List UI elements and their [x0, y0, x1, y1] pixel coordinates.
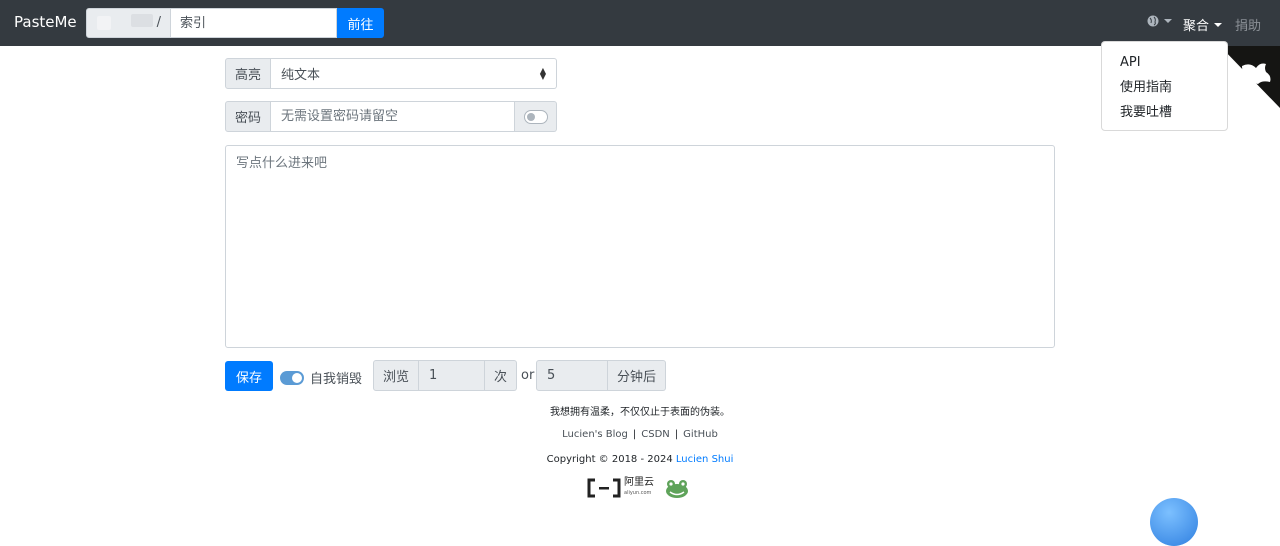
aggregate-dropdown-menu: API 使用指南 我要吐槽 [1101, 41, 1228, 131]
aggregate-label: 聚合 [1183, 19, 1210, 34]
highlight-select[interactable]: 纯文本 ▲ ▼ [271, 58, 557, 89]
self-destruct-toggle[interactable]: 自我销毁 [280, 368, 362, 387]
aliyun-logo-icon[interactable] [587, 478, 621, 498]
search-prefix-slash: / [156, 15, 161, 30]
minutes-input[interactable] [536, 360, 608, 391]
language-dropdown[interactable] [1147, 15, 1172, 27]
toggle-switch-icon [280, 370, 304, 385]
footer-link-blog[interactable]: Lucien's Blog [562, 429, 628, 440]
search-group: / 前往 [86, 8, 384, 38]
password-toggle[interactable] [515, 101, 557, 132]
footer-link-csdn[interactable]: CSDN [641, 429, 670, 440]
footer-link-github[interactable]: GitHub [683, 429, 718, 440]
views-group: 浏览 次 [373, 360, 517, 391]
or-label: or [521, 368, 535, 383]
content-textarea[interactable] [225, 145, 1055, 348]
chevron-down-icon [1164, 19, 1172, 23]
password-group: 密码 [225, 101, 557, 132]
chevron-down-icon [1214, 22, 1223, 27]
minutes-group: 分钟后 [536, 360, 666, 391]
views-label: 浏览 [373, 360, 419, 391]
minutes-unit: 分钟后 [608, 360, 666, 391]
password-label: 密码 [225, 101, 271, 132]
back-to-top-ball-icon[interactable] [1150, 498, 1198, 546]
dropdown-item-feedback[interactable]: 我要吐槽 [1102, 100, 1227, 125]
dropdown-item-guide[interactable]: 使用指南 [1102, 75, 1227, 100]
search-prefix: / [86, 8, 171, 38]
self-destruct-label: 自我销毁 [310, 372, 363, 387]
highlight-label: 高亮 [225, 58, 271, 89]
aggregate-dropdown[interactable]: 聚合 [1183, 15, 1223, 34]
footer-motto: 我想拥有温柔，不仅仅止于表面的伪装。 [550, 407, 730, 418]
views-input[interactable] [419, 360, 485, 391]
toggle-switch-icon [523, 109, 548, 124]
highlight-group: 高亮 纯文本 ▲ ▼ [225, 58, 557, 89]
github-corner-icon[interactable] [1220, 46, 1280, 108]
globe-icon [1147, 15, 1159, 27]
password-field[interactable] [271, 101, 515, 132]
highlight-value: 纯文本 [281, 68, 321, 83]
author-link[interactable]: Lucien Shui [676, 454, 733, 465]
frog-logo-icon[interactable] [664, 477, 690, 499]
aliyun-label: 阿里云 aliyun.com [624, 477, 654, 497]
sponsor-logos: 阿里云 aliyun.com [587, 477, 690, 499]
footer-copyright: Copyright © 2018 - 2024 Lucien Shui [546, 454, 734, 465]
select-arrow-icon: ▲ ▼ [539, 65, 546, 81]
donate-link[interactable]: 捐助 [1235, 15, 1261, 34]
dropdown-item-api[interactable]: API [1102, 50, 1227, 75]
footer-links: Lucien's Blog | CSDN | GitHub [562, 429, 718, 440]
search-input[interactable] [171, 8, 337, 38]
brand-logo[interactable]: PasteMe [14, 13, 77, 31]
go-button[interactable]: 前往 [337, 8, 384, 38]
save-button[interactable]: 保存 [225, 361, 273, 391]
views-unit: 次 [485, 360, 517, 391]
navbar: PasteMe / 前往 聚合 捐助 [0, 0, 1280, 46]
